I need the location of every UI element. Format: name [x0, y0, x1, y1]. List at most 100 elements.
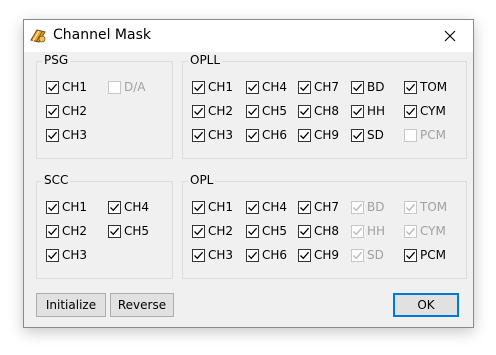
checkbox-box[interactable] — [246, 200, 259, 214]
app-icon — [30, 29, 46, 43]
opl-ch4-checkbox[interactable]: CH4 — [246, 198, 287, 216]
checkbox-box[interactable] — [246, 128, 259, 142]
opl-ch5-checkbox[interactable]: CH5 — [246, 222, 287, 240]
checkmark-icon — [300, 107, 310, 115]
checkbox-label: CH7 — [314, 200, 340, 214]
initialize-button[interactable]: Initialize — [36, 293, 106, 317]
checkbox-box[interactable] — [351, 224, 364, 238]
opll-ch6-checkbox[interactable]: CH6 — [246, 126, 287, 144]
opll-pcm-checkbox[interactable]: PCM — [404, 126, 446, 144]
opl-ch9-checkbox[interactable]: CH9 — [298, 246, 339, 264]
checkbox-box[interactable] — [246, 248, 259, 262]
checkbox-box[interactable] — [351, 248, 364, 262]
checkbox-label: HH — [367, 104, 386, 118]
checkbox-box[interactable] — [298, 128, 311, 142]
opl-ch1-checkbox[interactable]: CH1 — [192, 198, 233, 216]
checkbox-box[interactable] — [46, 80, 59, 94]
checkbox-box[interactable] — [46, 248, 59, 262]
checkbox-box[interactable] — [192, 200, 205, 214]
checkbox-box[interactable] — [404, 80, 417, 94]
checkbox-box[interactable] — [298, 80, 311, 94]
checkbox-box[interactable] — [404, 200, 417, 214]
checkmark-icon — [248, 251, 258, 259]
checkbox-label: SD — [367, 248, 384, 262]
opl-ch8-checkbox[interactable]: CH8 — [298, 222, 339, 240]
opl-bd-checkbox[interactable]: BD — [351, 198, 384, 216]
checkbox-box[interactable] — [246, 80, 259, 94]
scc-ch5-checkbox[interactable]: CH5 — [108, 222, 149, 240]
checkmark-icon — [48, 251, 58, 259]
scc-ch2-checkbox[interactable]: CH2 — [46, 222, 87, 240]
psg-ch3-checkbox[interactable]: CH3 — [46, 126, 87, 144]
checkbox-label: CH2 — [208, 224, 234, 238]
checkbox-box[interactable] — [404, 248, 417, 262]
scc-ch3-checkbox[interactable]: CH3 — [46, 246, 87, 264]
checkbox-box[interactable] — [298, 104, 311, 118]
checkbox-box[interactable] — [108, 80, 121, 94]
opll-cym-checkbox[interactable]: CYM — [404, 102, 446, 120]
opll-tom-checkbox[interactable]: TOM — [404, 78, 447, 96]
checkbox-box[interactable] — [246, 104, 259, 118]
checkbox-box[interactable] — [108, 224, 121, 238]
checkbox-box[interactable] — [46, 200, 59, 214]
checkbox-label: CH8 — [314, 224, 340, 238]
opl-ch7-checkbox[interactable]: CH7 — [298, 198, 339, 216]
checkmark-icon — [48, 107, 58, 115]
opl-ch2-checkbox[interactable]: CH2 — [192, 222, 233, 240]
opll-hh-checkbox[interactable]: HH — [351, 102, 385, 120]
opl-pcm-checkbox[interactable]: PCM — [404, 246, 446, 264]
ok-button[interactable]: OK — [393, 293, 459, 317]
checkbox-box[interactable] — [298, 224, 311, 238]
opl-tom-checkbox[interactable]: TOM — [404, 198, 447, 216]
checkbox-box[interactable] — [404, 224, 417, 238]
opll-ch2-checkbox[interactable]: CH2 — [192, 102, 233, 120]
opl-ch3-checkbox[interactable]: CH3 — [192, 246, 233, 264]
checkbox-box[interactable] — [298, 200, 311, 214]
opll-ch9-checkbox[interactable]: CH9 — [298, 126, 339, 144]
scc-group-label: SCC — [42, 173, 71, 187]
checkbox-label: CH6 — [262, 128, 288, 142]
opl-hh-checkbox[interactable]: HH — [351, 222, 385, 240]
checkbox-box[interactable] — [192, 80, 205, 94]
checkbox-box[interactable] — [108, 200, 121, 214]
checkbox-box[interactable] — [404, 104, 417, 118]
checkbox-box[interactable] — [46, 128, 59, 142]
checkmark-icon — [406, 251, 416, 259]
scc-ch1-checkbox[interactable]: CH1 — [46, 198, 87, 216]
opll-sd-checkbox[interactable]: SD — [351, 126, 384, 144]
checkbox-box[interactable] — [351, 128, 364, 142]
checkbox-box[interactable] — [298, 248, 311, 262]
psg-ch1-checkbox[interactable]: CH1 — [46, 78, 87, 96]
checkbox-label: HH — [367, 224, 386, 238]
psg-da-checkbox[interactable]: D/A — [108, 78, 146, 96]
checkbox-box[interactable] — [192, 248, 205, 262]
opll-ch8-checkbox[interactable]: CH8 — [298, 102, 339, 120]
opl-cym-checkbox[interactable]: CYM — [404, 222, 446, 240]
checkmark-icon — [406, 83, 416, 91]
opll-ch3-checkbox[interactable]: CH3 — [192, 126, 233, 144]
scc-ch4-checkbox[interactable]: CH4 — [108, 198, 149, 216]
checkbox-box[interactable] — [46, 104, 59, 118]
opll-ch7-checkbox[interactable]: CH7 — [298, 78, 339, 96]
checkbox-box[interactable] — [192, 128, 205, 142]
checkbox-box[interactable] — [46, 224, 59, 238]
checkbox-box[interactable] — [351, 200, 364, 214]
opl-sd-checkbox[interactable]: SD — [351, 246, 384, 264]
checkbox-box[interactable] — [192, 104, 205, 118]
opll-ch5-checkbox[interactable]: CH5 — [246, 102, 287, 120]
checkbox-box[interactable] — [351, 104, 364, 118]
psg-ch2-checkbox[interactable]: CH2 — [46, 102, 87, 120]
opl-ch6-checkbox[interactable]: CH6 — [246, 246, 287, 264]
checkbox-box[interactable] — [404, 128, 417, 142]
opll-ch1-checkbox[interactable]: CH1 — [192, 78, 233, 96]
reverse-button[interactable]: Reverse — [110, 293, 174, 317]
checkbox-box[interactable] — [351, 80, 364, 94]
opll-bd-checkbox[interactable]: BD — [351, 78, 384, 96]
close-button[interactable] — [427, 20, 473, 52]
checkbox-label: CYM — [420, 104, 446, 118]
opll-ch4-checkbox[interactable]: CH4 — [246, 78, 287, 96]
checkbox-box[interactable] — [246, 224, 259, 238]
checkmark-icon — [353, 83, 363, 91]
checkbox-box[interactable] — [192, 224, 205, 238]
checkmark-icon — [353, 131, 363, 139]
